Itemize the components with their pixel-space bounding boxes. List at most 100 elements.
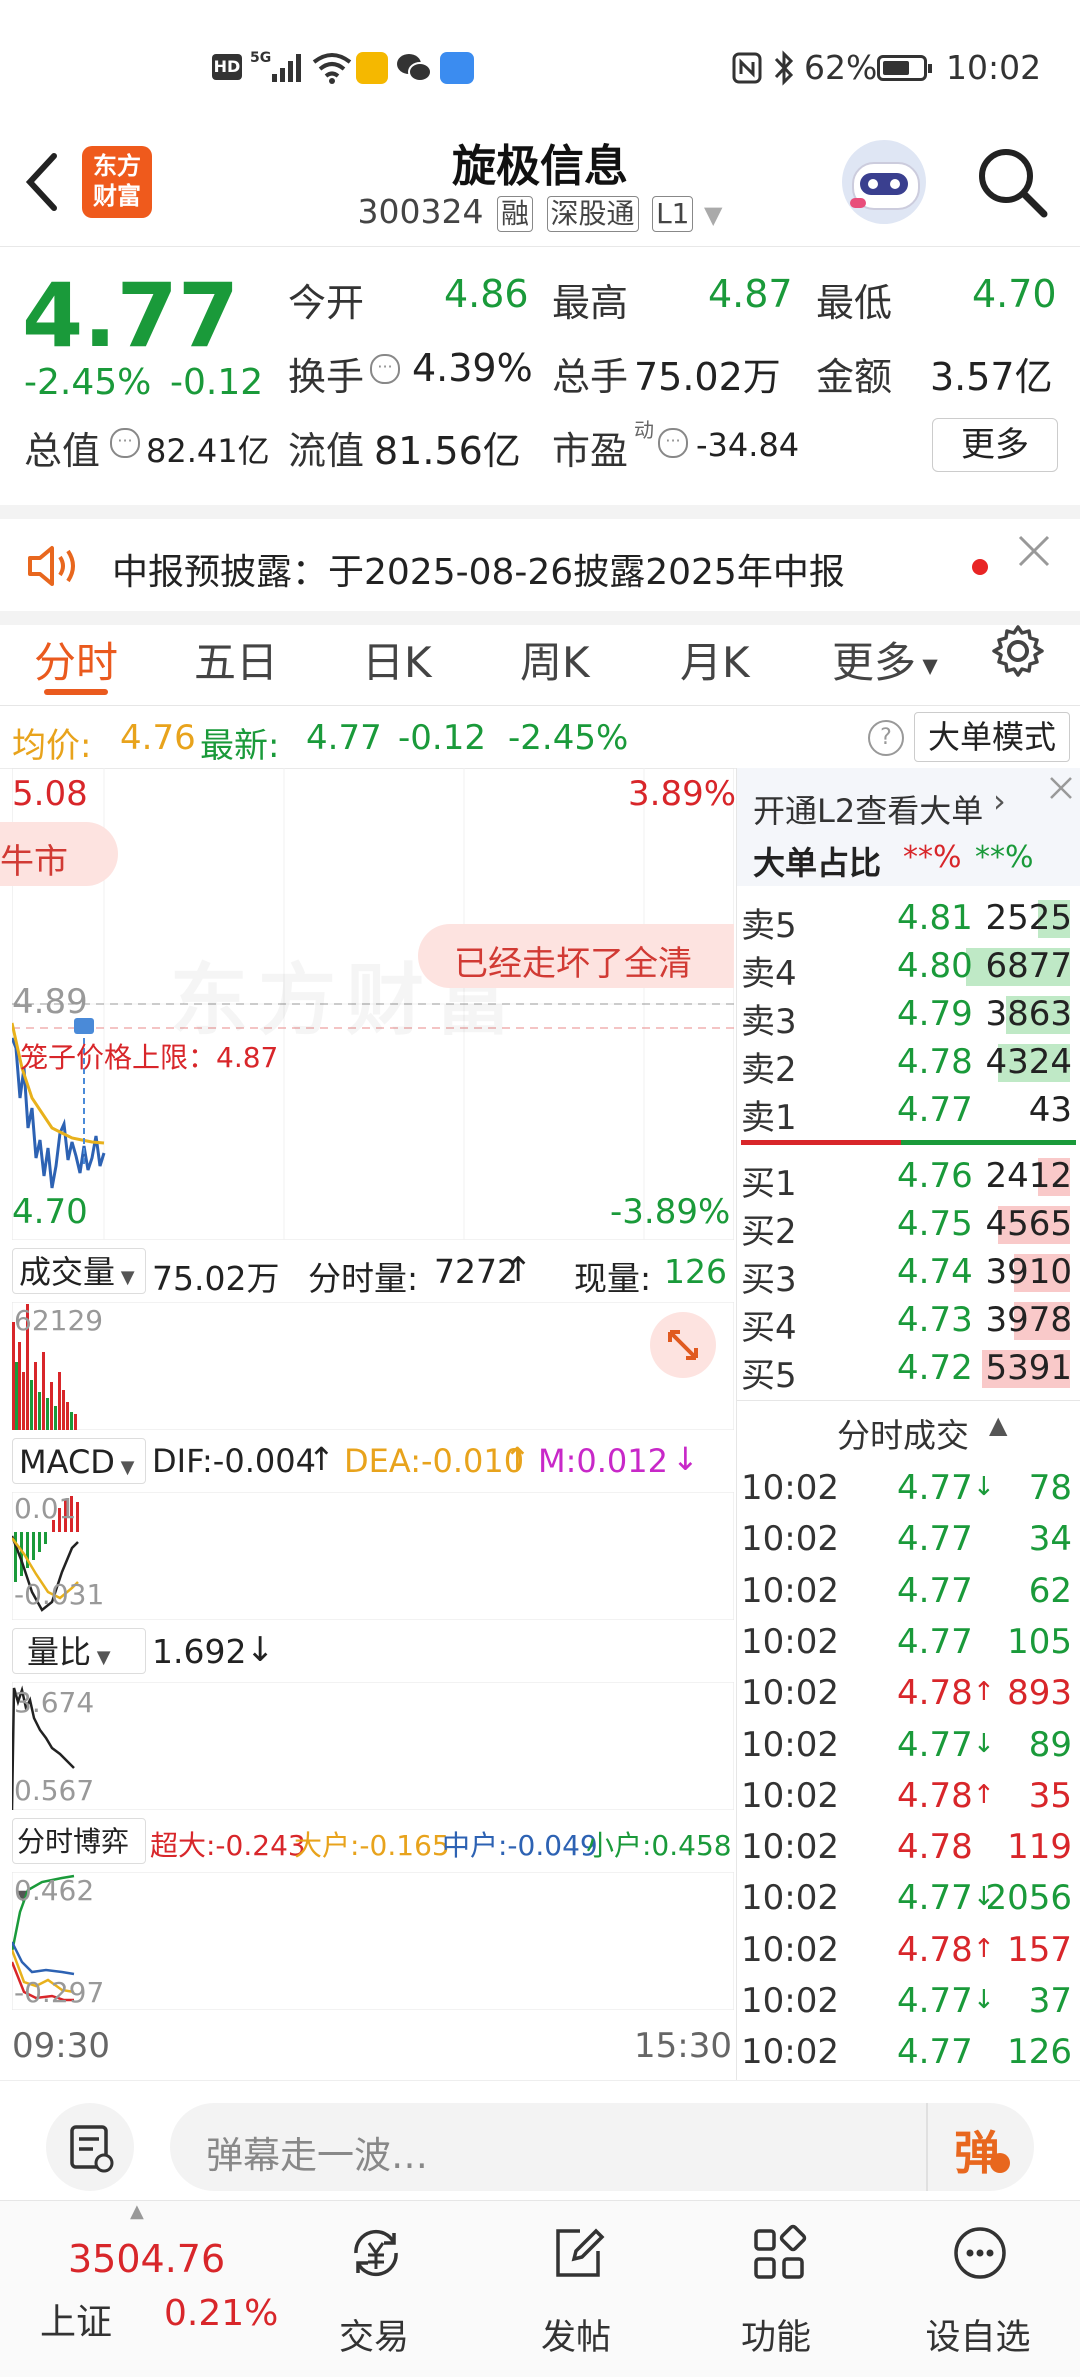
high-label: 最高	[552, 281, 629, 325]
buy-price: 4.73	[897, 1300, 973, 1340]
danmaku-bubble[interactable]: 牛市	[0, 822, 118, 886]
danmaku-settings-button[interactable]	[46, 2103, 134, 2191]
fund-game-axis-top: 0.462	[14, 1874, 95, 1907]
info-dots-icon[interactable]: ···	[110, 428, 140, 458]
mktcap-value: 82.41亿	[146, 432, 270, 470]
buy-order-row: 买1 4.76 2412	[741, 1152, 1076, 1204]
speaker-icon	[28, 546, 75, 586]
danmaku-input[interactable]: 弹幕走一波… 弹	[170, 2103, 1034, 2191]
nav-functions-label: 功能	[740, 2318, 811, 2358]
macd-chart[interactable]	[12, 1492, 734, 1620]
volume-ratio-chart[interactable]	[12, 1682, 734, 1810]
danmaku-bubble[interactable]: 已经走坏了全清	[418, 924, 734, 988]
buy-order-row: 买3 4.74 3910	[741, 1248, 1076, 1300]
tab-minute[interactable]: 分时	[34, 629, 118, 690]
info-dots-icon[interactable]: ···	[658, 428, 688, 458]
price-info-line: 均价: 4.76 最新: 4.77 -0.12 -2.45% ? 大单模式	[0, 706, 1080, 769]
trade-price: 4.77	[897, 1981, 973, 2021]
trade-price: 4.78	[897, 1775, 973, 1816]
danmaku-text: 已经走坏了全清	[454, 944, 692, 984]
l2-upsell-box[interactable]: 开通L2查看大单 › 大单占比 **% **%	[737, 768, 1080, 886]
trade-volume: 119	[1007, 1827, 1072, 1868]
trade-row: 10:02 4.77 34	[741, 1515, 1076, 1565]
big-order-buy-ratio: **%	[975, 840, 1034, 875]
tab-day-k[interactable]: 日K	[362, 629, 432, 690]
tab-more[interactable]: 更多 ▼	[832, 629, 938, 690]
status-bar: HD 5G 62% 10:02	[0, 0, 1080, 130]
fund-game-selector-label: 分时博弈	[17, 1825, 130, 1858]
high-value: 4.87	[708, 272, 793, 316]
expand-icon[interactable]	[650, 1312, 716, 1378]
comment-bar: 弹幕走一波… 弹	[0, 2080, 1080, 2201]
big-order-ratio-label: 大单占比	[753, 844, 882, 882]
search-icon[interactable]	[974, 144, 1050, 220]
margin-tag: 融	[497, 196, 534, 232]
grid-functions-icon	[754, 2224, 807, 2279]
sell-order-row: 卖1 4.77 43	[741, 1086, 1076, 1138]
time-axis-end: 15:30	[634, 2026, 732, 2066]
trade-volume: 2056	[985, 1878, 1072, 1919]
nav-post-label: 发帖	[540, 2318, 611, 2358]
amount-label: 金额	[816, 355, 893, 399]
trade-row: 10:02 4.78 ↑ 893	[741, 1669, 1076, 1719]
settings-gear-icon[interactable]	[990, 623, 1046, 679]
buy-level-label: 买2	[741, 1212, 797, 1252]
volume-bar-chart[interactable]	[12, 1302, 734, 1430]
volume-ratio-axis-bottom: 0.567	[14, 1774, 95, 1807]
bluetooth-icon	[774, 50, 794, 86]
trade-time: 10:02	[741, 1673, 839, 1714]
medium-value: 中户:-0.049	[442, 1829, 598, 1862]
sell-volume: 4324	[985, 1042, 1072, 1082]
axis-top-pct: 3.89%	[628, 774, 737, 814]
cloud-icon	[440, 52, 474, 84]
buy-volume: 3910	[985, 1252, 1072, 1292]
axis-bottom-pct: -3.89%	[610, 1192, 731, 1232]
help-icon[interactable]: ?	[868, 720, 904, 756]
trade-time: 10:02	[741, 1929, 839, 1970]
volume-ratio-axis-top: 3.674	[14, 1686, 95, 1719]
trades-header[interactable]: 分时成交 ▲	[737, 1400, 1080, 1457]
fund-game-chart[interactable]	[12, 1872, 734, 2010]
l2-link: 开通L2查看大单	[753, 792, 984, 830]
danmaku-send-button[interactable]: 弹	[926, 2103, 1036, 2191]
big-order-mode-button[interactable]: 大单模式	[914, 712, 1070, 762]
tab-five-day[interactable]: 五日	[194, 629, 278, 690]
volume-selector[interactable]: 成交量 ▼	[12, 1248, 146, 1294]
sell-level-label: 卖2	[741, 1050, 797, 1090]
close-icon[interactable]	[1016, 533, 1052, 569]
robot-avatar-icon[interactable]	[842, 140, 926, 224]
trade-time: 10:02	[741, 1468, 839, 1508]
sell-order-row: 卖2 4.78 4324	[741, 1038, 1076, 1090]
volume-selector-label: 成交量	[19, 1253, 116, 1291]
time-axis-start: 09:30	[12, 2026, 110, 2066]
volume-ratio-value: 1.692	[152, 1632, 247, 1671]
minute-chart[interactable]: 东方财富 5.08 3.89% 4.89 笼子价格上限：4.87 4.70 -3…	[0, 768, 737, 2080]
sell-level-label: 卖4	[741, 954, 797, 994]
macd-selector[interactable]: MACD ▼	[12, 1438, 146, 1484]
tab-week-k[interactable]: 周K	[520, 629, 590, 690]
check-badge-icon	[990, 2153, 1010, 2173]
volume-total: 75.02万	[152, 1259, 280, 1298]
close-icon[interactable]	[1047, 774, 1075, 802]
battery-icon	[877, 55, 932, 81]
up-arrow-icon: ↑	[308, 1440, 335, 1478]
fund-game-selector[interactable]: 分时博弈 ▼	[12, 1818, 146, 1905]
unread-dot	[972, 559, 988, 575]
buy-level-label: 买3	[741, 1260, 797, 1300]
info-dots-icon[interactable]: ···	[370, 354, 400, 384]
tab-month-k[interactable]: 月K	[680, 629, 750, 690]
caret-up-icon: ▲	[989, 1411, 1008, 1439]
pe-value: -34.84	[696, 426, 800, 464]
index-ticker[interactable]: ▲ 3504.76 上证 0.21%	[0, 2201, 290, 2377]
buy-order-row: 买5 4.72 5391	[741, 1344, 1076, 1396]
chevron-right-icon: ›	[993, 782, 1006, 820]
low-value: 4.70	[972, 272, 1057, 316]
volume-value: 75.02万	[634, 355, 781, 399]
change-pct: -2.45%	[24, 362, 152, 403]
trade-volume: 105	[1007, 1621, 1072, 1662]
volume-header: 成交量 ▼ 75.02万 分时量: 7272 ↑ 现量: 126	[12, 1240, 734, 1302]
volume-ratio-selector[interactable]: 量比 ▼	[12, 1628, 146, 1674]
danmaku-placeholder: 弹幕走一波…	[206, 2134, 428, 2177]
more-button[interactable]: 更多	[932, 418, 1058, 472]
up-arrow-icon: ↑	[504, 1440, 531, 1478]
